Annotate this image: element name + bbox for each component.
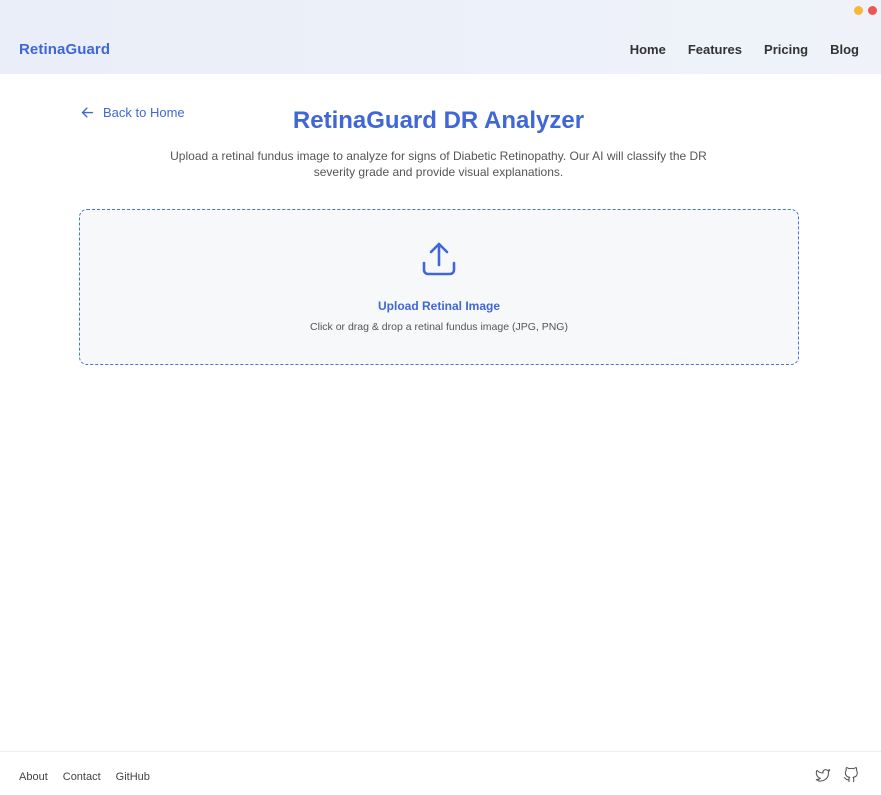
top-navbar: RetinaGuard Home Features Pricing Blog [0, 0, 881, 74]
upload-dropzone[interactable]: Upload Retinal Image Click or drag & dro… [79, 209, 799, 365]
footer-links: About Contact GitHub [19, 771, 150, 783]
window-controls [854, 6, 877, 15]
footer: About Contact GitHub [0, 751, 881, 795]
nav-features[interactable]: Features [688, 42, 742, 57]
nav-pricing[interactable]: Pricing [764, 42, 808, 57]
page-subtitle: Upload a retinal fundus image to analyze… [170, 149, 707, 179]
page-title: RetinaGuard DR Analyzer [292, 107, 585, 134]
nav-home[interactable]: Home [630, 42, 666, 57]
close-dot[interactable] [868, 6, 877, 15]
minimize-dot[interactable] [854, 6, 863, 15]
footer-link-about[interactable]: About [19, 771, 48, 783]
nav-blog[interactable]: Blog [830, 42, 859, 57]
upload-icon [422, 242, 456, 276]
main-nav: Home Features Pricing Blog [630, 42, 859, 57]
footer-link-github[interactable]: GitHub [116, 771, 150, 783]
github-icon[interactable] [843, 767, 859, 783]
upload-hint: Click or drag & drop a retinal fundus im… [310, 321, 568, 333]
footer-link-contact[interactable]: Contact [63, 771, 101, 783]
social-links [815, 767, 859, 783]
upload-title: Upload Retinal Image [377, 299, 501, 313]
brand-logo[interactable]: RetinaGuard [19, 41, 110, 58]
twitter-icon[interactable] [815, 767, 831, 783]
